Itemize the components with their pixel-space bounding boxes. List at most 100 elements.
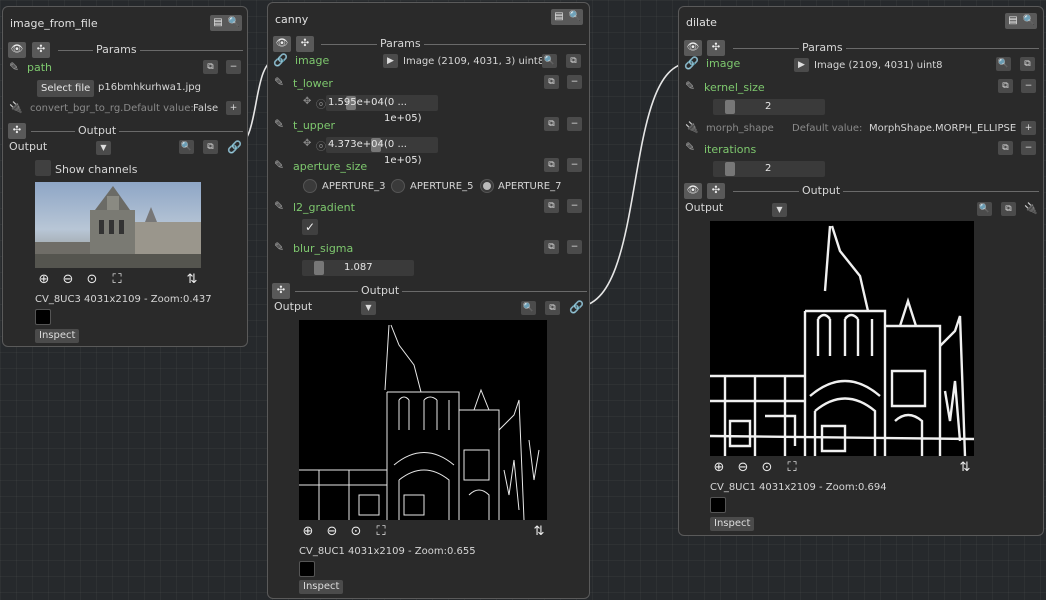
- reset-icon[interactable]: −: [567, 240, 582, 254]
- reset-icon[interactable]: −: [1021, 79, 1036, 93]
- copy-icon[interactable]: ⧉: [544, 117, 559, 131]
- drag-icon[interactable]: ✥: [303, 96, 311, 107]
- inspect-button[interactable]: Inspect: [299, 580, 344, 594]
- node-toolbar-buttons[interactable]: ▤ 🔍: [551, 9, 583, 25]
- zoom-icon[interactable]: 🔍: [521, 301, 536, 315]
- zoom-out-icon[interactable]: ⊖: [734, 459, 752, 477]
- collapse-icon[interactable]: ▤: [1005, 13, 1021, 29]
- t-lower-slider[interactable]: 1.595e+04 (0 ... 1e+05): [326, 95, 438, 124]
- zoom-icon[interactable]: 🔍: [996, 57, 1011, 71]
- output-dropdown[interactable]: ▼: [361, 301, 376, 315]
- zoom-in-icon[interactable]: ⊕: [710, 459, 728, 477]
- zoom-icon[interactable]: 🔍: [977, 202, 992, 216]
- add-icon[interactable]: +: [226, 101, 241, 115]
- adjust-icon[interactable]: ⇅: [183, 271, 201, 289]
- copy-icon[interactable]: ⧉: [203, 60, 218, 74]
- zoom-reset-icon[interactable]: ⊙: [347, 523, 365, 541]
- node-dilate[interactable]: dilate ▤ 🔍 👁 ✣ Params 🔗 image ▶ Image (21…: [678, 6, 1044, 536]
- node-toolbar-buttons[interactable]: ▤ 🔍: [1005, 13, 1037, 29]
- inspect-button[interactable]: Inspect: [35, 329, 80, 343]
- node-image-from-file[interactable]: image_from_file ▤ 🔍 👁 ✣ Params ✎ path ⧉ −…: [2, 6, 248, 347]
- link-icon[interactable]: 🔗: [569, 300, 584, 314]
- zoom-in-icon[interactable]: ⊕: [299, 523, 317, 541]
- collapse-icon[interactable]: ▤: [551, 9, 567, 25]
- image-preview[interactable]: [35, 182, 201, 268]
- fullscreen-icon[interactable]: ⛶: [108, 271, 126, 289]
- log-toggle-icon[interactable]: ⓞ: [316, 138, 326, 153]
- image-preview[interactable]: [710, 221, 974, 456]
- eye-icon[interactable]: 👁: [8, 42, 26, 58]
- link-icon[interactable]: 🔗: [227, 140, 242, 154]
- output-dropdown[interactable]: ▼: [772, 203, 787, 217]
- image-preview[interactable]: [299, 320, 547, 520]
- link-icon[interactable]: 🔗: [684, 56, 699, 70]
- copy-icon[interactable]: ⧉: [998, 141, 1013, 155]
- reset-icon[interactable]: −: [567, 199, 582, 213]
- slider-knob[interactable]: [314, 261, 324, 275]
- reset-icon[interactable]: −: [567, 158, 582, 172]
- reset-icon[interactable]: −: [567, 75, 582, 89]
- copy-icon[interactable]: ⧉: [544, 240, 559, 254]
- copy-icon[interactable]: ⧉: [544, 75, 559, 89]
- reset-icon[interactable]: −: [1021, 141, 1036, 155]
- reset-icon[interactable]: −: [567, 117, 582, 131]
- fit-icon[interactable]: ✣: [32, 42, 50, 58]
- zoom-reset-icon[interactable]: ⊙: [83, 271, 101, 289]
- drag-icon[interactable]: ✥: [303, 138, 311, 149]
- zoom-icon[interactable]: 🔍: [179, 140, 194, 154]
- pencil-icon[interactable]: ✎: [685, 79, 695, 93]
- copy-icon[interactable]: ⧉: [566, 54, 581, 68]
- slider-knob[interactable]: [725, 162, 735, 176]
- t-upper-slider[interactable]: 4.373e+04 (0 ... 1e+05): [326, 137, 438, 166]
- zoom-icon[interactable]: 🔍: [542, 54, 557, 68]
- fit-icon[interactable]: ✣: [707, 40, 725, 56]
- slider-knob[interactable]: [725, 100, 735, 114]
- reset-icon[interactable]: −: [226, 60, 241, 74]
- fullscreen-icon[interactable]: ⛶: [783, 459, 801, 477]
- log-toggle-icon[interactable]: ⓞ: [316, 96, 326, 111]
- adjust-icon[interactable]: ⇅: [530, 523, 548, 541]
- copy-icon[interactable]: ⧉: [545, 301, 560, 315]
- select-file-button[interactable]: Select file: [37, 80, 95, 97]
- search-icon[interactable]: 🔍: [226, 15, 242, 31]
- pencil-icon[interactable]: ✎: [9, 60, 19, 74]
- plug-icon[interactable]: 🔌: [1024, 202, 1038, 215]
- output-dropdown[interactable]: ▼: [96, 141, 111, 155]
- eye-icon[interactable]: 👁: [684, 40, 702, 56]
- collapse-icon[interactable]: ▤: [210, 15, 226, 31]
- blur-sigma-slider[interactable]: 1.087: [302, 260, 414, 276]
- aperture-3-radio[interactable]: [303, 179, 317, 193]
- pencil-icon[interactable]: ✎: [685, 140, 695, 154]
- expand-icon[interactable]: ▶: [794, 58, 809, 72]
- fit-icon[interactable]: ✣: [8, 123, 26, 139]
- zoom-out-icon[interactable]: ⊖: [59, 271, 77, 289]
- aperture-5-radio[interactable]: [391, 179, 405, 193]
- inspect-button[interactable]: Inspect: [710, 517, 755, 531]
- node-canny[interactable]: canny ▤ 🔍 👁 ✣ Params 🔗 image ▶ Image (210…: [267, 2, 590, 599]
- node-toolbar-buttons[interactable]: ▤ 🔍: [210, 15, 242, 31]
- kernel-size-slider[interactable]: 2: [713, 99, 825, 115]
- pencil-icon[interactable]: ✎: [274, 75, 284, 89]
- add-icon[interactable]: +: [1021, 121, 1036, 135]
- copy-icon[interactable]: ⧉: [998, 79, 1013, 93]
- search-icon[interactable]: 🔍: [567, 9, 583, 25]
- fit-icon[interactable]: ✣: [296, 36, 314, 52]
- copy-icon[interactable]: ⧉: [544, 199, 559, 213]
- link-icon[interactable]: 🔗: [273, 53, 288, 67]
- expand-icon[interactable]: ▶: [383, 54, 398, 68]
- eye-icon[interactable]: 👁: [684, 183, 702, 199]
- zoom-out-icon[interactable]: ⊖: [323, 523, 341, 541]
- search-icon[interactable]: 🔍: [1021, 13, 1037, 29]
- show-channels-checkbox[interactable]: [35, 160, 51, 176]
- pencil-icon[interactable]: ✎: [274, 240, 284, 254]
- fit-icon[interactable]: ✣: [707, 183, 725, 199]
- copy-icon[interactable]: ⧉: [1001, 202, 1016, 216]
- fullscreen-icon[interactable]: ⛶: [372, 523, 390, 541]
- pencil-icon[interactable]: ✎: [274, 117, 284, 131]
- iterations-slider[interactable]: 2: [713, 161, 825, 177]
- copy-icon[interactable]: ⧉: [203, 140, 218, 154]
- l2-gradient-checkbox[interactable]: ✓: [302, 219, 318, 235]
- aperture-7-radio[interactable]: [480, 179, 494, 193]
- copy-icon[interactable]: ⧉: [544, 158, 559, 172]
- zoom-in-icon[interactable]: ⊕: [35, 271, 53, 289]
